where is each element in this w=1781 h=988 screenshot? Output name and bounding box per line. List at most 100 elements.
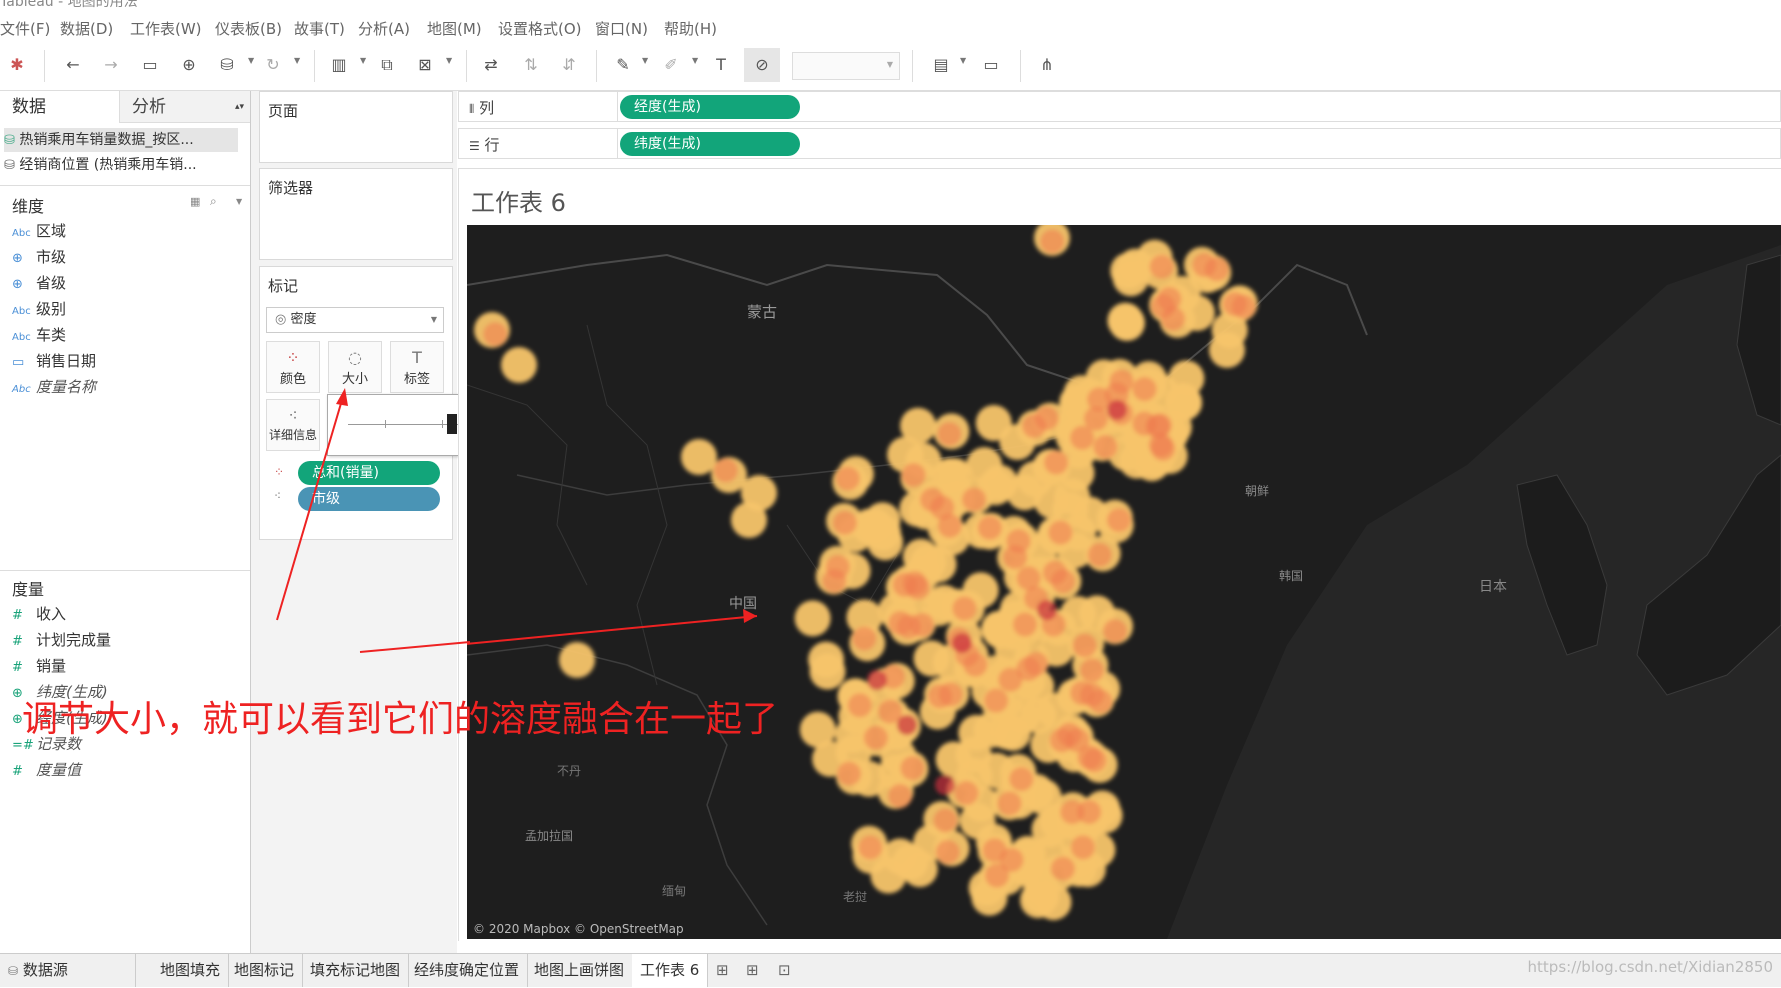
field-label: 度量值 <box>36 761 82 779</box>
mark-type-dropdown[interactable]: ◎ 密度 ▼ <box>266 307 444 333</box>
sheet-tab[interactable]: 经纬度确定位置 <box>406 954 529 987</box>
undo-icon[interactable]: ← <box>62 54 84 76</box>
datasource-item-secondary[interactable]: ⛁ 经销商位置 (热销乘用车销... <box>4 153 238 177</box>
menu-dashboard[interactable]: 仪表板(B) <box>215 18 282 39</box>
save-icon[interactable]: ▭ <box>139 54 161 76</box>
menu-worksheet[interactable]: 工作表(W) <box>130 18 202 39</box>
map-label-myanmar: 缅甸 <box>662 884 686 898</box>
duplicate-sheet-icon[interactable]: ⧉ <box>376 54 398 76</box>
density-map[interactable]: 蒙古 中国 朝鲜 韩国 日本 不丹 孟加拉国 缅甸 老挝 © 2020 Mapb… <box>467 225 1781 939</box>
sheet-tab[interactable]: 地图填充 <box>152 954 230 987</box>
redo-icon[interactable]: → <box>100 54 122 76</box>
menu-map[interactable]: 地图(M) <box>427 18 482 39</box>
chevron-down-icon[interactable]: ▼ <box>642 56 648 65</box>
chevron-updown-icon: ▴▾ <box>234 102 244 112</box>
sheet-tab[interactable]: 地图上画饼图 <box>526 954 634 987</box>
density-mark-hot <box>822 568 847 593</box>
datasource-item-primary[interactable]: ⛁ 热销乘用车销量数据_按区... <box>4 128 238 152</box>
field-label: 车类 <box>36 326 67 344</box>
density-mark-hot <box>1003 545 1028 570</box>
tableau-logo-icon[interactable]: ✱ <box>6 54 28 76</box>
rows-shelf[interactable]: ☰ 行 纬度(生成) <box>458 128 1781 159</box>
menu-data[interactable]: 数据(D) <box>60 18 113 39</box>
density-mark-hot <box>863 725 888 750</box>
share-icon[interactable]: ⋔ <box>1036 54 1058 76</box>
sheet-tab-active[interactable]: 工作表 6 <box>632 954 709 987</box>
show-cards-icon[interactable]: ▤ <box>930 54 952 76</box>
measure-field[interactable]: # 计划完成量 <box>12 629 111 651</box>
view-list-icon[interactable]: ▦ <box>190 195 200 208</box>
menu-story[interactable]: 故事(T) <box>294 18 345 39</box>
chevron-down-icon[interactable]: ▼ <box>236 197 242 206</box>
new-worksheet-icon[interactable]: ⊞ <box>716 961 729 979</box>
density-mark <box>981 610 1018 647</box>
dimension-field[interactable]: ⊕ 市级 <box>12 246 66 268</box>
density-mark-hot <box>905 575 930 600</box>
menu-analysis[interactable]: 分析(A) <box>358 18 410 39</box>
dimension-field[interactable]: Abc 级别 <box>12 298 66 320</box>
density-mark-hot <box>920 487 945 512</box>
sheet-tab[interactable]: 地图标记 <box>226 954 304 987</box>
refresh-icon[interactable]: ↻ <box>262 54 284 76</box>
clear-sheet-icon[interactable]: ⊠ <box>414 54 436 76</box>
columns-pill[interactable]: 经度(生成) <box>620 95 800 119</box>
tab-analysis[interactable]: 分析 ▴▾ <box>119 91 250 123</box>
density-mark-hot <box>1044 450 1069 475</box>
new-dashboard-icon[interactable]: ⊞ <box>746 961 759 979</box>
show-mark-labels-icon[interactable]: T <box>710 54 732 76</box>
sort-ascending-icon[interactable]: ⇅ <box>520 54 542 76</box>
highlight-icon[interactable]: ✎ <box>612 54 634 76</box>
menu-format[interactable]: 设置格式(O) <box>498 18 582 39</box>
chevron-down-icon[interactable]: ▼ <box>360 56 366 65</box>
datasource-tab[interactable]: ⛁ 数据源 <box>0 954 136 987</box>
sheet-tab-bar: ⛁ 数据源 地图填充 地图标记 填充标记地图 经纬度确定位置 地图上画饼图 工作… <box>0 953 1781 987</box>
density-mark-hot <box>858 835 883 860</box>
density-mark-hot <box>1088 689 1113 714</box>
fix-axes-icon[interactable]: ⊘ <box>744 48 780 82</box>
presentation-mode-icon[interactable]: ▭ <box>980 54 1002 76</box>
pages-card[interactable]: 页面 <box>259 91 453 163</box>
number-icon: # <box>12 660 23 675</box>
marks-card-title: 标记 <box>268 277 299 295</box>
map-label-bangladesh: 孟加拉国 <box>525 828 573 843</box>
density-mark-hot <box>954 781 979 806</box>
dimension-field[interactable]: Abc 区域 <box>12 220 66 242</box>
dimension-field[interactable]: ▭ 销售日期 <box>12 350 96 372</box>
group-members-icon[interactable]: ✐ <box>660 54 682 76</box>
dimension-field[interactable]: Abc 车类 <box>12 324 66 346</box>
chevron-down-icon[interactable]: ▼ <box>692 56 698 65</box>
density-mark-peak <box>1037 600 1057 620</box>
menu-window[interactable]: 窗口(N) <box>595 18 648 39</box>
swap-rows-columns-icon[interactable]: ⇄ <box>480 54 502 76</box>
tab-data[interactable]: 数据 <box>0 91 118 123</box>
density-mark-hot <box>1106 508 1131 533</box>
search-icon[interactable]: ⌕ <box>210 194 217 209</box>
chevron-down-icon[interactable]: ▼ <box>446 56 452 65</box>
density-mark-hot <box>1042 560 1067 585</box>
datasource-icon[interactable]: ⛁ <box>216 54 238 76</box>
density-mark-hot <box>887 784 912 809</box>
size-icon: ◌ <box>348 348 362 367</box>
dimension-field[interactable]: ⊕ 省级 <box>12 272 66 294</box>
sort-descending-icon[interactable]: ⇵ <box>558 54 580 76</box>
measure-field[interactable]: # 销量 <box>12 655 66 677</box>
columns-shelf[interactable]: ⦀ 列 经度(生成) <box>458 91 1781 122</box>
new-worksheet-icon[interactable]: ▥ <box>328 54 350 76</box>
filters-card[interactable]: 筛选器 <box>259 168 453 260</box>
measure-field[interactable]: # 收入 <box>12 603 66 625</box>
new-datasource-icon[interactable]: ⊕ <box>178 54 200 76</box>
menu-help[interactable]: 帮助(H) <box>664 18 717 39</box>
sheet-tab[interactable]: 填充标记地图 <box>302 954 410 987</box>
map-label-laos: 老挝 <box>843 890 867 904</box>
fit-dropdown[interactable]: ▼ <box>792 52 900 80</box>
menu-file[interactable]: 文件(F) <box>0 18 50 39</box>
toolbar-divider <box>314 50 315 82</box>
chevron-down-icon[interactable]: ▼ <box>960 56 966 65</box>
measure-field[interactable]: # 度量值 <box>12 759 81 781</box>
chevron-down-icon[interactable]: ▼ <box>248 56 254 65</box>
chevron-down-icon[interactable]: ▼ <box>294 56 300 65</box>
rows-pill[interactable]: 纬度(生成) <box>620 132 800 156</box>
new-story-icon[interactable]: ⊡ <box>778 961 791 979</box>
dimension-field[interactable]: Abc 度量名称 <box>12 376 96 398</box>
title-bar: Tableau - 地图的用法 <box>0 0 1781 10</box>
